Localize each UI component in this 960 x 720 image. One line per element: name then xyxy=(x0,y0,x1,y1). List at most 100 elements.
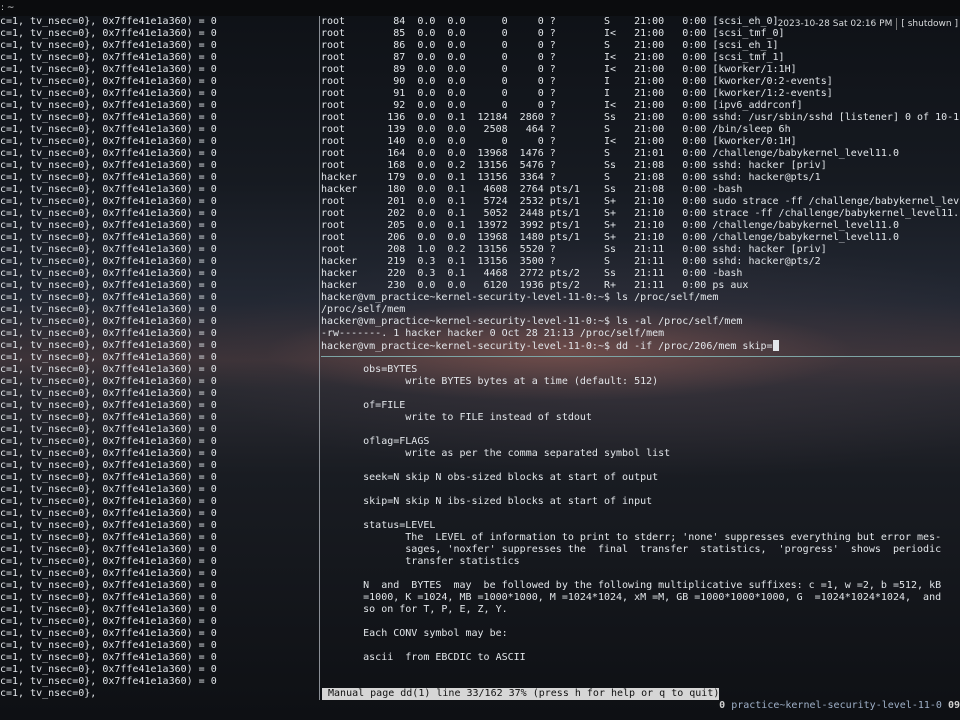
strace-output-pane[interactable]: c=1, tv_nsec=0}, 0x7ffe41e1a360) = 0 c=1,… xyxy=(0,16,318,700)
strace-line: c=1, tv_nsec=0}, 0x7ffe41e1a360) = 0 xyxy=(0,640,217,651)
strace-line: c=1, tv_nsec=0}, 0x7ffe41e1a360) = 0 xyxy=(0,376,217,387)
man-page-line: N and BYTES may be followed by the follo… xyxy=(321,580,942,591)
man-page-line xyxy=(321,460,960,472)
man-page-line xyxy=(321,388,960,400)
man-page-line: write to FILE instead of stdout xyxy=(321,412,592,423)
strace-line: c=1, tv_nsec=0}, 0x7ffe41e1a360) = 0 xyxy=(0,508,217,519)
strace-line: c=1, tv_nsec=0}, 0x7ffe41e1a360) = 0 xyxy=(0,244,217,255)
strace-line: c=1, tv_nsec=0}, 0x7ffe41e1a360) = 0 xyxy=(0,28,217,39)
strace-line: c=1, tv_nsec=0}, 0x7ffe41e1a360) = 0 xyxy=(0,232,217,243)
terminal-line: root 87 0.0 0.0 0 0 ? I< 21:00 0:00 [scs… xyxy=(321,52,785,63)
terminal-line: -rw-------. 1 hacker hacker 0 Oct 28 21:… xyxy=(321,328,665,339)
vertical-pane-divider[interactable] xyxy=(319,16,320,700)
terminal-line: root 164 0.0 0.0 13968 1476 ? S 21:01 0:… xyxy=(321,148,899,159)
terminal-line: root 168 0.0 0.2 13156 5476 ? Ss 21:08 0… xyxy=(321,160,827,171)
man-page-line: oflag=FLAGS xyxy=(321,436,430,447)
strace-line: c=1, tv_nsec=0}, 0x7ffe41e1a360) = 0 xyxy=(0,172,217,183)
terminal-line: hacker@vm_practice~kernel-security-level… xyxy=(321,316,743,327)
strace-line: c=1, tv_nsec=0}, 0x7ffe41e1a360) = 0 xyxy=(0,400,217,411)
strace-line: c=1, tv_nsec=0}, 0x7ffe41e1a360) = 0 xyxy=(0,568,217,579)
strace-line: c=1, tv_nsec=0}, 0x7ffe41e1a360) = 0 xyxy=(0,292,217,303)
horizontal-pane-divider[interactable] xyxy=(321,356,960,357)
terminal-line: root 90 0.0 0.0 0 0 ? I 21:00 0:00 [kwor… xyxy=(321,76,833,87)
man-page-line xyxy=(321,640,960,652)
terminal-line: root 89 0.0 0.0 0 0 ? I< 21:00 0:00 [kwo… xyxy=(321,64,797,75)
strace-line: c=1, tv_nsec=0}, 0x7ffe41e1a360) = 0 xyxy=(0,304,217,315)
strace-line: c=1, tv_nsec=0}, 0x7ffe41e1a360) = 0 xyxy=(0,520,217,531)
man-page-line: write as per the comma separated symbol … xyxy=(321,448,671,459)
man-page-line: sages, 'noxfer' suppresses the final tra… xyxy=(321,544,942,555)
strace-line: c=1, tv_nsec=0}, 0x7ffe41e1a360) = 0 xyxy=(0,424,217,435)
strace-line: c=1, tv_nsec=0}, 0x7ffe41e1a360) = 0 xyxy=(0,88,217,99)
man-page-line: seek=N skip N obs-sized blocks at start … xyxy=(321,472,659,483)
strace-line: c=1, tv_nsec=0}, 0x7ffe41e1a360) = 0 xyxy=(0,160,217,171)
terminal-line: root 205 0.0 0.1 13972 3992 pts/1 S+ 21:… xyxy=(321,220,899,231)
terminal-line: root 92 0.0 0.0 0 0 ? I< 21:00 0:00 [ipv… xyxy=(321,100,803,111)
strace-line: c=1, tv_nsec=0}, 0x7ffe41e1a360) = 0 xyxy=(0,616,217,627)
command-input[interactable]: hacker@vm_practice~kernel-security-level… xyxy=(321,341,773,352)
strace-line: c=1, tv_nsec=0}, 0x7ffe41e1a360) = 0 xyxy=(0,556,217,567)
man-status-line: Manual page dd(1) line 33/162 37% (press… xyxy=(322,688,720,700)
strace-line: c=1, tv_nsec=0}, 0x7ffe41e1a360) = 0 xyxy=(0,532,217,543)
strace-line: c=1, tv_nsec=0}, 0x7ffe41e1a360) = 0 xyxy=(0,388,217,399)
strace-line: c=1, tv_nsec=0}, 0x7ffe41e1a360) = 0 xyxy=(0,256,217,267)
terminal-line: root 140 0.0 0.0 0 0 ? I< 21:00 0:00 [kw… xyxy=(321,136,797,147)
strace-line: c=1, tv_nsec=0}, 0x7ffe41e1a360) = 0 xyxy=(0,76,217,87)
terminal-line: hacker 179 0.0 0.1 13156 3364 ? S 21:08 … xyxy=(321,172,821,183)
strace-line: c=1, tv_nsec=0}, 0x7ffe41e1a360) = 0 xyxy=(0,580,217,591)
man-page-line: write BYTES bytes at a time (default: 51… xyxy=(321,376,659,387)
terminal-line: hacker@vm_practice~kernel-security-level… xyxy=(321,292,719,303)
man-page-line: =1000, K =1024, MB =1000*1000, M =1024*1… xyxy=(321,592,942,603)
terminal-line: hacker 219 0.3 0.1 13156 3500 ? S 21:11 … xyxy=(321,256,821,267)
strace-line: c=1, tv_nsec=0}, 0x7ffe41e1a360) = 0 xyxy=(0,676,217,687)
man-page-line xyxy=(321,424,960,436)
terminal-line: root 91 0.0 0.0 0 0 ? I 21:00 0:00 [kwor… xyxy=(321,88,833,99)
strace-line: c=1, tv_nsec=0}, 0x7ffe41e1a360) = 0 xyxy=(0,472,217,483)
strace-line: c=1, tv_nsec=0}, 0x7ffe41e1a360) = 0 xyxy=(0,364,217,375)
strace-line: c=1, tv_nsec=0}, 0x7ffe41e1a360) = 0 xyxy=(0,316,217,327)
man-page-line: so on for T, P, E, Z, Y. xyxy=(321,604,508,615)
strace-line: c=1, tv_nsec=0}, 0x7ffe41e1a360) = 0 xyxy=(0,328,217,339)
text-cursor xyxy=(772,340,779,351)
strace-line: c=1, tv_nsec=0}, 0x7ffe41e1a360) = 0 xyxy=(0,52,217,63)
strace-line: c=1, tv_nsec=0}, 0x7ffe41e1a360) = 0 xyxy=(0,136,217,147)
strace-line: c=1, tv_nsec=0}, 0x7ffe41e1a360) = 0 xyxy=(0,16,217,27)
strace-line: c=1, tv_nsec=0}, xyxy=(0,688,97,699)
strace-line: c=1, tv_nsec=0}, 0x7ffe41e1a360) = 0 xyxy=(0,592,217,603)
tmux-status-bar: 0 practice~kernel-security-level-11-0 09 xyxy=(719,700,960,712)
strace-line: c=1, tv_nsec=0}, 0x7ffe41e1a360) = 0 xyxy=(0,652,217,663)
strace-line: c=1, tv_nsec=0}, 0x7ffe41e1a360) = 0 xyxy=(0,64,217,75)
man-page-line xyxy=(321,568,960,580)
strace-line: c=1, tv_nsec=0}, 0x7ffe41e1a360) = 0 xyxy=(0,100,217,111)
workspace-label: : ~ xyxy=(1,3,15,13)
man-page-line: status=LEVEL xyxy=(321,520,436,531)
man-page-line: transfer statistics xyxy=(321,556,520,567)
strace-line: c=1, tv_nsec=0}, 0x7ffe41e1a360) = 0 xyxy=(0,184,217,195)
tmux-session-name: practice~kernel-security-level-11-0 xyxy=(725,700,948,711)
strace-line: c=1, tv_nsec=0}, 0x7ffe41e1a360) = 0 xyxy=(0,664,217,675)
strace-line: c=1, tv_nsec=0}, 0x7ffe41e1a360) = 0 xyxy=(0,412,217,423)
terminal-line: root 201 0.0 0.1 5724 2532 pts/1 S+ 21:1… xyxy=(321,196,960,207)
shell-prompt-line[interactable]: hacker@vm_practice~kernel-security-level… xyxy=(321,340,960,352)
terminal-line: root 139 0.0 0.0 2508 464 ? S 21:00 0:00… xyxy=(321,124,791,135)
system-top-bar: : ~ 2023-10-28 Sat 02:16 PM[ shutdown ] xyxy=(0,0,960,30)
man-page-line xyxy=(321,616,960,628)
strace-line: c=1, tv_nsec=0}, 0x7ffe41e1a360) = 0 xyxy=(0,340,217,351)
strace-line: c=1, tv_nsec=0}, 0x7ffe41e1a360) = 0 xyxy=(0,484,217,495)
tmux-window-tail: 09 xyxy=(947,700,960,711)
strace-line: c=1, tv_nsec=0}, 0x7ffe41e1a360) = 0 xyxy=(0,352,217,363)
terminal-line: root 86 0.0 0.0 0 0 ? S 21:00 0:00 [scsi… xyxy=(321,40,779,51)
man-page-line xyxy=(321,508,960,520)
man-page-line: ascii from EBCDIC to ASCII xyxy=(321,652,526,663)
shell-pane[interactable]: root 84 0.0 0.0 0 0 ? S 21:00 0:00 [scsi… xyxy=(321,16,960,356)
strace-line: c=1, tv_nsec=0}, 0x7ffe41e1a360) = 0 xyxy=(0,268,217,279)
man-page-pane[interactable]: obs=BYTES write BYTES bytes at a time (d… xyxy=(321,364,960,688)
terminal-line: /proc/self/mem xyxy=(321,304,406,315)
strace-line: c=1, tv_nsec=0}, 0x7ffe41e1a360) = 0 xyxy=(0,148,217,159)
terminal-line: hacker 230 0.0 0.0 6120 1936 pts/2 R+ 21… xyxy=(321,280,749,291)
strace-line: c=1, tv_nsec=0}, 0x7ffe41e1a360) = 0 xyxy=(0,112,217,123)
strace-line: c=1, tv_nsec=0}, 0x7ffe41e1a360) = 0 xyxy=(0,628,217,639)
terminal-line: root 202 0.0 0.1 5052 2448 pts/1 S+ 21:1… xyxy=(321,208,960,219)
strace-line: c=1, tv_nsec=0}, 0x7ffe41e1a360) = 0 xyxy=(0,124,217,135)
strace-line: c=1, tv_nsec=0}, 0x7ffe41e1a360) = 0 xyxy=(0,460,217,471)
